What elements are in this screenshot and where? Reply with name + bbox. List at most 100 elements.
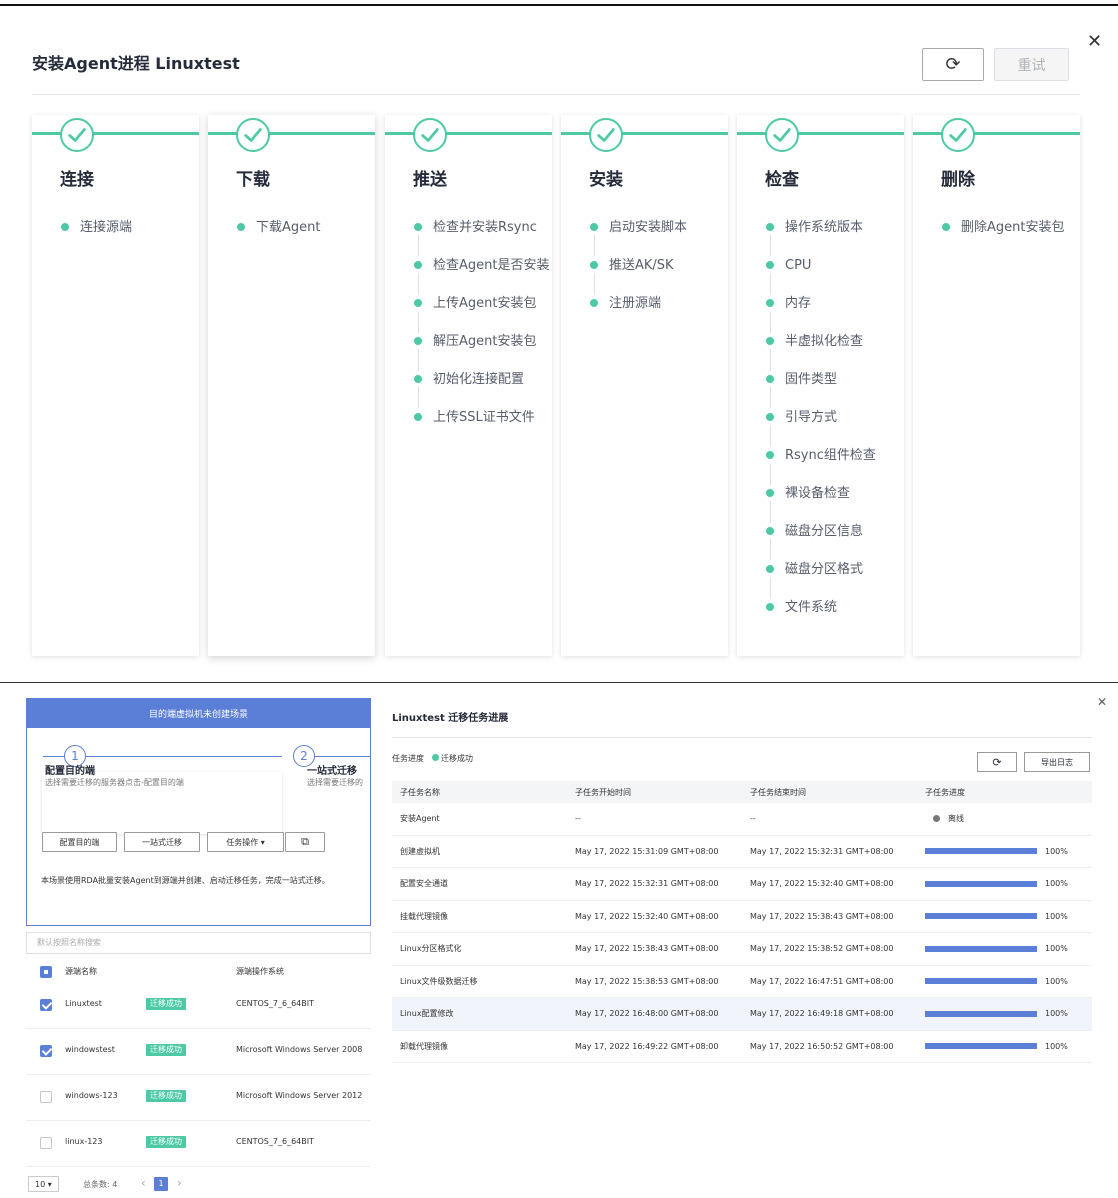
table-row[interactable]: windowstest 迁移成功 Microsoft Windows Server … [26,1029,371,1075]
step-item: 磁盘分区格式 [765,555,905,599]
progress-label: 任务进度 [392,754,424,763]
prev-page-button[interactable]: ‹ [141,1176,146,1190]
subtask-start: May 17, 2022 15:38:53 GMT+08:00 [575,976,719,986]
stage-connector [913,132,1080,135]
refresh-button[interactable]: ⟳ [922,48,984,81]
progress-bar [925,848,1037,855]
step-item: 上传Agent安装包 [413,289,553,333]
step-item: 启动安装脚本 [589,213,729,257]
table-row[interactable]: linux-123 迁移成功 CENTOS_7_6_64BIT [26,1121,371,1167]
source-name[interactable]: Linuxtest [65,999,102,1008]
step-item: 检查Agent是否安装 [413,251,553,295]
source-os: CENTOS_7_6_64BIT [236,1137,314,1146]
subtask-progress: 100% [925,901,1068,933]
task-progress: 任务进度 迁移成功 [392,753,473,764]
subtask-end: May 17, 2022 16:47:51 GMT+08:00 [750,976,894,986]
subtask-start: May 17, 2022 15:31:09 GMT+08:00 [575,846,719,856]
select-all-checkbox[interactable] [40,966,52,978]
stage-steps: 连接源端 [60,213,200,251]
col-header: 子任务结束时间 [750,787,806,797]
page-size-select[interactable]: 10 ▾ [28,1176,59,1192]
source-name[interactable]: linux-123 [65,1137,102,1146]
retry-button[interactable]: 重试 [994,48,1069,81]
status-badge: 迁移成功 [146,1090,186,1102]
stage-connector [208,132,375,135]
progress-text: 100% [1045,1041,1068,1051]
stage-1: 连接 连接源端 [32,115,199,656]
step-item: 下载Agent [236,213,376,251]
table-header: 源端名称 源端操作系统 [26,960,371,984]
row-checkbox[interactable] [40,1137,52,1149]
subtask-start: May 17, 2022 15:38:43 GMT+08:00 [575,944,719,954]
subtask-name: Linux文件级数据迁移 [400,976,478,986]
header-divider [32,94,1080,95]
source-name[interactable]: windows-123 [65,1091,118,1100]
source-os: Microsoft Windows Server 2008 [236,1045,363,1054]
progress-bar [925,913,1037,920]
progress-bar [925,1010,1037,1017]
subtask-end: May 17, 2022 15:32:31 GMT+08:00 [750,846,894,856]
step-item: 解压Agent安装包 [413,327,553,371]
step-item: 文件系统 [765,593,905,631]
one-stop-migration-button[interactable]: 一站式迁移 [124,832,200,852]
task-progress-panel: ✕ Linuxtest 迁移任务进展 任务进度 迁移成功 ⟳ 导出日志 子任务名称… [371,683,1118,1198]
step-item: CPU [765,251,905,295]
search-input[interactable]: 默认按照名称搜索 [26,932,371,954]
table-header: 子任务名称 子任务开始时间 子任务结束时间 子任务进度 [392,781,1092,803]
progress-bar [925,1043,1037,1050]
stage-connector [385,132,552,135]
step-item: 注册源端 [589,289,729,327]
subtask-end: May 17, 2022 16:49:18 GMT+08:00 [750,1009,894,1019]
check-icon [589,118,623,152]
subtask-row: 创建虚拟机 May 17, 2022 15:31:09 GMT+08:00 May … [392,836,1092,868]
config-target-button[interactable]: 配置目的端 [42,832,117,852]
step2-desc: 选择需要迁移的 [307,778,363,787]
task-operation-dropdown[interactable]: 任务操作 ▾ [207,832,284,852]
close-icon[interactable]: ✕ [1097,695,1107,709]
progress-text: 100% [1045,944,1068,954]
stage-title: 安装 [589,170,623,190]
source-os: Microsoft Windows Server 2012 [236,1091,363,1100]
row-checkbox[interactable] [40,999,52,1011]
next-page-button[interactable]: › [177,1176,182,1190]
progress-text: 100% [1045,976,1068,986]
success-dot-icon [432,754,439,761]
subtask-end: May 17, 2022 16:50:52 GMT+08:00 [750,1041,894,1051]
step-item: 内存 [765,289,905,333]
close-icon[interactable]: ✕ [1087,32,1102,52]
subtask-start: May 17, 2022 16:49:22 GMT+08:00 [575,1041,719,1051]
scenario-header: 目的端虚拟机未创建场景 [26,698,371,728]
subtask-name: 创建虚拟机 [400,846,440,856]
subtask-row: 安装Agent -- -- 离线 [392,803,1092,836]
subtask-end: May 17, 2022 15:38:52 GMT+08:00 [750,944,894,954]
refresh-button[interactable]: ⟳ [977,752,1017,772]
row-checkbox[interactable] [40,1045,52,1057]
subtask-start: May 17, 2022 15:32:40 GMT+08:00 [575,911,719,921]
progress-bar [925,880,1037,887]
subtask-name: 卸载代理镜像 [400,1041,448,1051]
refresh-icon: ⟳ [992,755,1002,769]
progress-text: 100% [1045,846,1068,856]
subtask-table-body: 安装Agent -- -- 离线创建虚拟机 May 17, 2022 15:31:09 … [392,803,1092,1063]
step-item: 磁盘分区信息 [765,517,905,561]
export-log-button[interactable]: 导出日志 [1024,752,1090,772]
page-1-button[interactable]: 1 [154,1177,168,1191]
source-name[interactable]: windowstest [65,1045,115,1054]
top-border [0,4,1118,6]
step-item: 上传SSL证书文件 [413,403,553,441]
col-header: 子任务进度 [925,787,965,797]
stage-title: 下载 [236,170,270,190]
col-header: 子任务名称 [400,787,440,797]
stage-steps: 下载Agent [236,213,376,251]
panel-divider [392,737,1092,738]
row-checkbox[interactable] [40,1091,52,1103]
export-button[interactable]: ⧉ [285,832,325,852]
progress-text: 100% [1045,1009,1068,1019]
status-badge: 迁移成功 [146,1044,186,1056]
table-row[interactable]: Linuxtest 迁移成功 CENTOS_7_6_64BIT [26,983,371,1029]
subtask-row: Linux分区格式化 May 17, 2022 15:38:43 GMT+08:0… [392,933,1092,966]
subtask-progress: 100% [925,868,1068,900]
stage-steps: 启动安装脚本 推送AK/SK 注册源端 [589,213,729,327]
table-row[interactable]: windows-123 迁移成功 Microsoft Windows Server … [26,1075,371,1121]
scenario-description: 本场景使用RDA批量安装Agent到源端并创建、启动迁移任务，完成一站式迁移。 [41,876,330,885]
